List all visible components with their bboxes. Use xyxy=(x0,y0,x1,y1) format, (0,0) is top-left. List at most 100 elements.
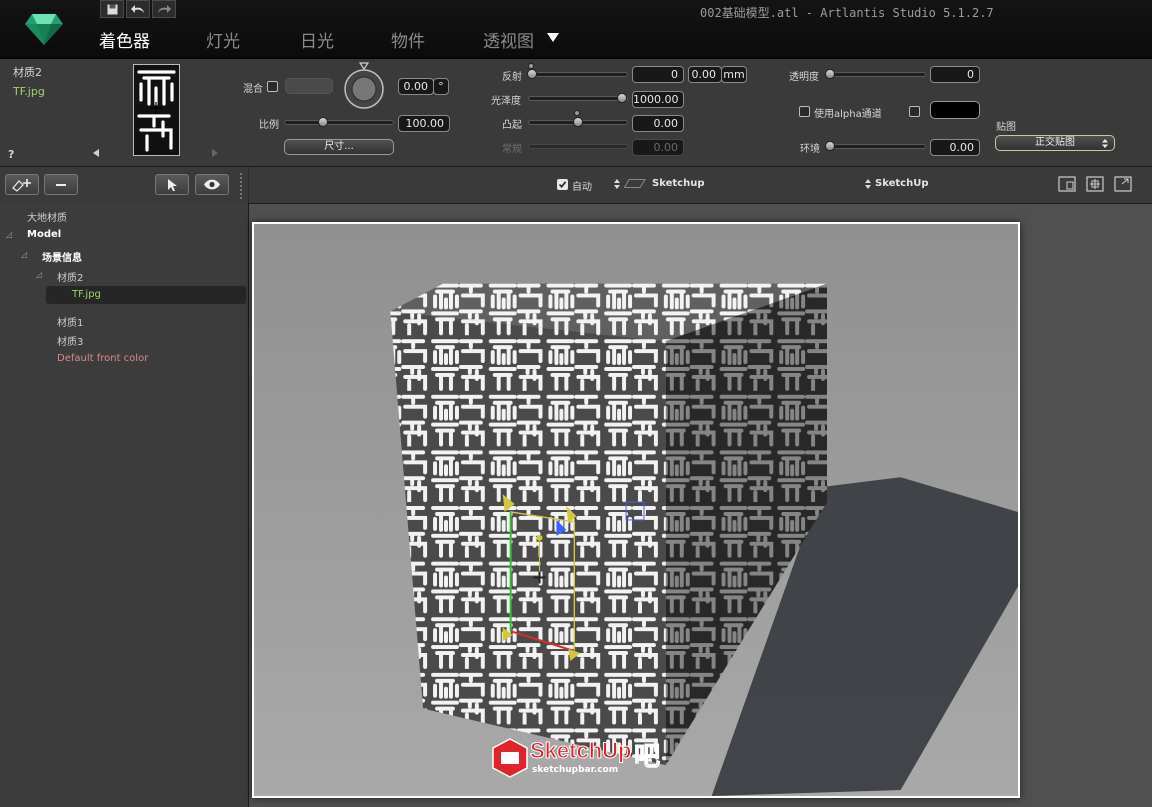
sketchup-logo-icon xyxy=(492,738,528,778)
artlantis-logo-icon[interactable] xyxy=(24,11,64,47)
ambient-label: 环境 xyxy=(800,144,820,155)
top-bar: 002基础模型.atl - Artlantis Studio 5.1.2.7 着… xyxy=(0,0,1152,59)
reflection-label: 反射 xyxy=(502,72,522,83)
tab-lights[interactable]: 灯光 xyxy=(206,27,240,52)
bump-field[interactable]: 0.00 xyxy=(632,115,684,132)
tree-expand-icon[interactable]: ◿ xyxy=(6,230,12,239)
source-select[interactable]: Sketchup xyxy=(652,178,704,189)
reflection-distance-field[interactable]: 0.00 xyxy=(688,66,722,83)
angle-dial[interactable] xyxy=(343,62,385,110)
alpha-color-swatch[interactable] xyxy=(930,101,980,119)
scale-label: 比例 xyxy=(259,120,279,131)
select-arrows-icon xyxy=(1102,139,1108,148)
render-preview[interactable] xyxy=(252,222,1020,798)
visibility-button[interactable] xyxy=(195,174,229,195)
minus-icon xyxy=(56,183,66,186)
material-properties-panel: 材质2 TF.jpg ? 混合 0.00 ° 比例 100.00 尺寸... 反… xyxy=(0,59,1152,167)
quick-toolbar xyxy=(100,0,178,18)
ambient-slider-knob[interactable] xyxy=(824,141,835,151)
material-name: 材质2 xyxy=(13,66,42,79)
material-tree-panel: 大地材质 ◿ Model ◿ 场景信息 ◿ 材质2 TF.jpg 材质1 材质3… xyxy=(0,203,249,807)
angle-field[interactable]: 0.00 xyxy=(398,78,434,95)
auto-checkbox[interactable] xyxy=(557,179,568,190)
fullscreen-icon[interactable] xyxy=(1114,176,1132,192)
ambient-slider[interactable] xyxy=(824,141,926,151)
checkmark-icon xyxy=(558,181,567,189)
blend-label: 混合 xyxy=(243,84,263,95)
save-button[interactable] xyxy=(100,0,124,18)
reflection-slider-knob[interactable] xyxy=(526,69,537,79)
gloss-slider[interactable] xyxy=(528,93,628,103)
tree-item-ground[interactable]: 大地材质 xyxy=(27,209,67,224)
tree-item-material-3[interactable]: 材质3 xyxy=(57,333,83,348)
material-list-toolbar xyxy=(0,167,248,204)
engine-select[interactable]: SketchUp xyxy=(875,178,928,189)
help-button[interactable]: ? xyxy=(8,148,14,161)
watermark-char: 吧 xyxy=(633,742,661,773)
source-select-arrows-icon[interactable] xyxy=(614,179,620,189)
center-view-icon[interactable] xyxy=(1086,176,1104,192)
scale-slider[interactable] xyxy=(284,117,394,127)
transparency-slider[interactable] xyxy=(824,69,926,79)
tab-objects[interactable]: 物件 xyxy=(391,27,425,52)
alpha-channel-checkbox[interactable] xyxy=(799,106,810,117)
eye-icon xyxy=(204,179,220,190)
watermark-site: sketchupbar.com xyxy=(532,765,619,775)
tree-item-model[interactable]: Model xyxy=(27,229,61,240)
angle-unit[interactable]: ° xyxy=(433,78,449,95)
reflection-field[interactable]: 0 xyxy=(632,66,684,83)
reflection-unit[interactable]: mm xyxy=(721,66,747,83)
size-button[interactable]: 尺寸... xyxy=(284,139,394,155)
panel-splitter-handle[interactable] xyxy=(237,167,245,203)
window-title: 002基础模型.atl - Artlantis Studio 5.1.2.7 xyxy=(700,6,994,20)
normal-field: 0.00 xyxy=(632,139,684,156)
blend-color-swatch[interactable] xyxy=(285,78,333,94)
gloss-slider-knob[interactable] xyxy=(617,93,628,103)
tree-item-scene[interactable]: 场景信息 xyxy=(42,249,82,264)
tree-item-material-2[interactable]: 材质2 xyxy=(57,269,83,284)
texture-preview[interactable] xyxy=(133,64,180,156)
view-dropdown-icon[interactable] xyxy=(547,33,559,42)
texture-name: TF.jpg xyxy=(13,85,45,98)
tab-perspectives[interactable]: 透视图 xyxy=(483,27,534,52)
previous-texture-icon[interactable] xyxy=(93,149,99,157)
sketchupbar-watermark: SketchUp 吧 sketchupbar.com xyxy=(492,738,662,780)
cursor-arrow-icon xyxy=(167,178,177,191)
tree-item-texture[interactable]: TF.jpg xyxy=(72,289,101,300)
reflection-slider[interactable] xyxy=(526,69,628,79)
undo-icon xyxy=(131,5,144,13)
bump-slider[interactable] xyxy=(528,117,628,127)
next-texture-icon[interactable] xyxy=(212,149,218,157)
gloss-field[interactable]: 1000.00 xyxy=(632,91,684,108)
blend-checkbox[interactable] xyxy=(267,81,278,92)
select-tool-button[interactable] xyxy=(155,174,189,195)
scale-field[interactable]: 100.00 xyxy=(398,115,450,132)
redo-icon xyxy=(158,5,171,13)
tree-item-material-1[interactable]: 材质1 xyxy=(57,314,83,329)
engine-select-arrows-icon[interactable] xyxy=(865,179,871,189)
preview-viewport[interactable]: SketchUp 吧 sketchupbar.com xyxy=(249,204,1152,807)
normal-label: 常规 xyxy=(502,144,522,155)
bump-slider-knob[interactable] xyxy=(573,117,583,127)
window-layout-icon[interactable] xyxy=(1058,176,1076,192)
transparency-field[interactable]: 0 xyxy=(930,66,980,83)
ambient-field[interactable]: 0.00 xyxy=(930,139,980,156)
gloss-label: 光泽度 xyxy=(491,96,521,107)
alpha-color-checkbox[interactable] xyxy=(909,106,920,117)
undo-button[interactable] xyxy=(126,0,150,18)
tree-expand-icon[interactable]: ◿ xyxy=(36,270,42,279)
remove-material-button[interactable] xyxy=(44,174,78,195)
tree-expand-icon[interactable]: ◿ xyxy=(21,250,27,259)
mapping-select[interactable]: 正交贴图 xyxy=(995,135,1115,151)
tab-shaders[interactable]: 着色器 xyxy=(99,27,150,52)
transparency-slider-knob[interactable] xyxy=(824,69,835,79)
tree-item-default-color[interactable]: Default front color xyxy=(57,353,148,364)
tab-heliodon[interactable]: 日光 xyxy=(300,27,334,52)
bump-label: 凸起 xyxy=(502,120,522,131)
transparency-label: 透明度 xyxy=(789,72,819,83)
auto-label: 自动 xyxy=(572,182,592,193)
scale-slider-knob[interactable] xyxy=(317,117,328,127)
add-material-button[interactable] xyxy=(5,174,39,195)
mapping-select-value: 正交贴图 xyxy=(1035,137,1075,148)
redo-button[interactable] xyxy=(152,0,176,18)
